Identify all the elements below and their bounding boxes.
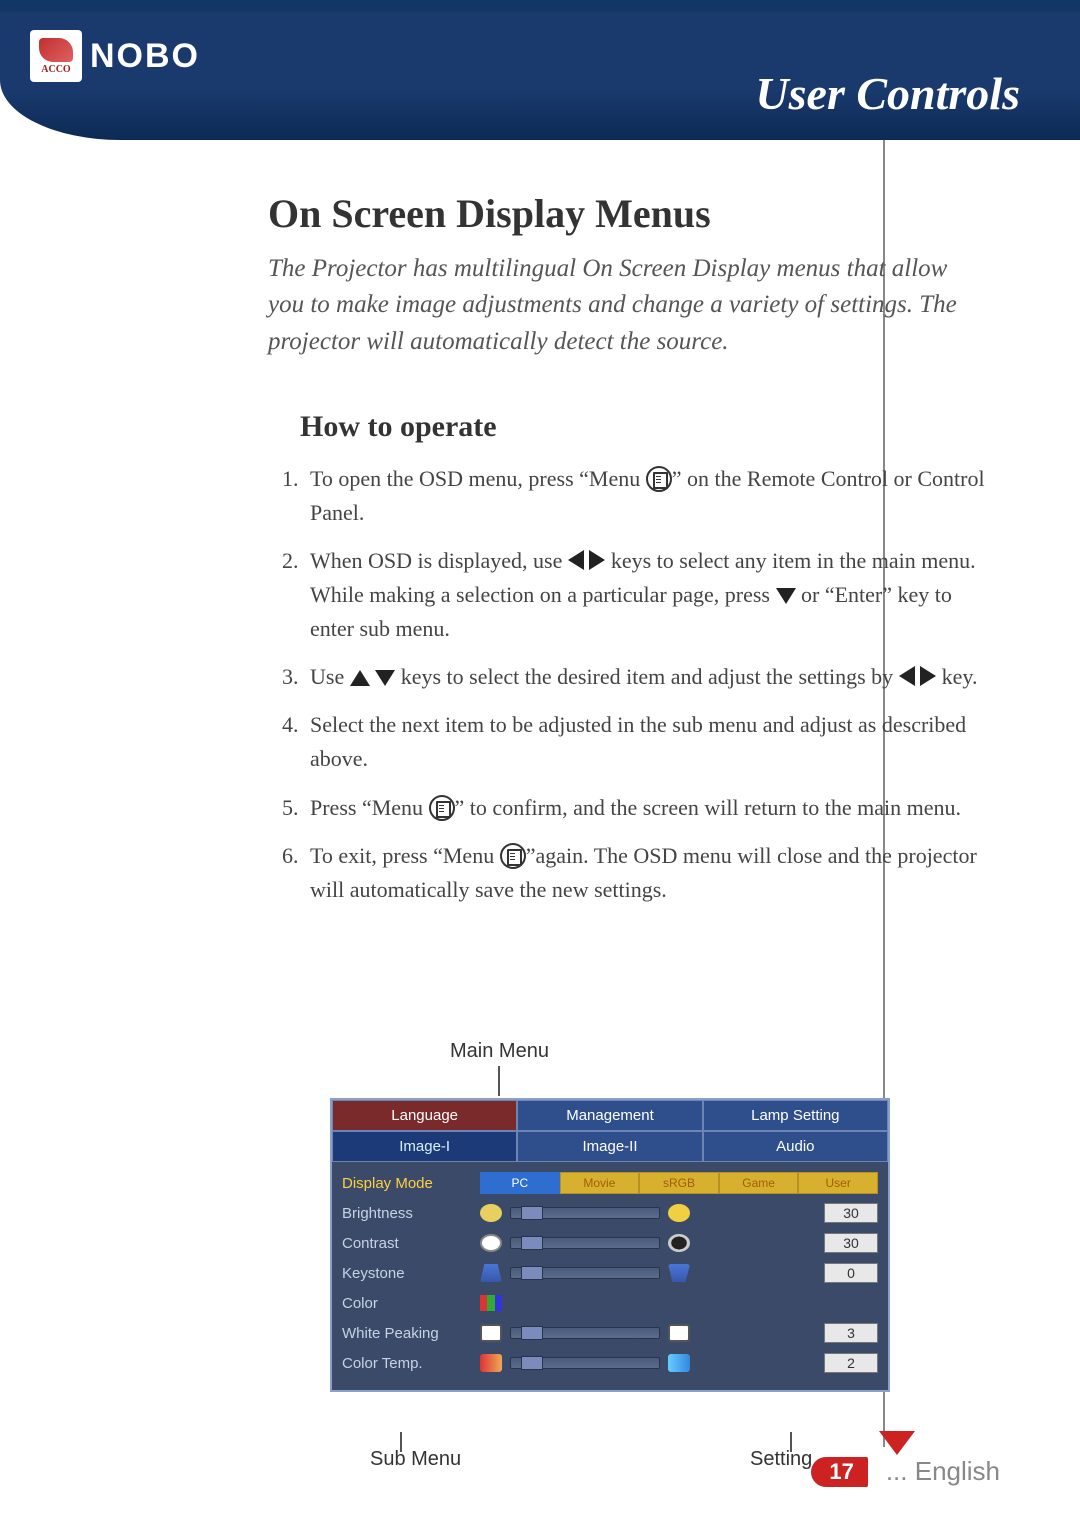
right-arrow-icon: [589, 550, 605, 570]
right-arrow-icon: [920, 666, 936, 686]
mode-srgb: sRGB: [639, 1172, 719, 1194]
continue-arrow-icon: [879, 1431, 915, 1455]
brightness-high-icon: [668, 1204, 690, 1222]
temp-warm-icon: [480, 1354, 502, 1372]
language-label: ... English: [886, 1456, 1000, 1487]
value-white-peaking: 3: [824, 1323, 878, 1343]
row-brightness: Brightness 30: [342, 1198, 878, 1228]
row-color-temp: Color Temp. 2: [342, 1348, 878, 1378]
contrast-low-icon: [480, 1234, 502, 1252]
label-color-temp: Color Temp.: [342, 1355, 472, 1372]
step-6: To exit, press “Menu ”again. The OSD men…: [304, 839, 988, 907]
step-4: Select the next item to be adjusted in t…: [304, 708, 988, 776]
value-brightness: 30: [824, 1203, 878, 1223]
wp-high-icon: [668, 1324, 690, 1342]
main-menu-callout: Main Menu: [450, 1040, 549, 1063]
keystone-high-icon: [668, 1264, 690, 1282]
mode-pc: PC: [480, 1172, 560, 1194]
row-display-mode: Display Mode PC Movie sRGB Game User: [342, 1168, 878, 1198]
nobo-text: NOBO: [90, 37, 200, 76]
slider-color-temp: [510, 1357, 660, 1369]
osd-window: Language Management Lamp Setting Image-I…: [330, 1098, 890, 1392]
menu-icon: [429, 795, 455, 821]
label-color: Color: [342, 1295, 472, 1312]
footer: 17 ... English: [811, 1456, 1000, 1487]
row-contrast: Contrast 30: [342, 1228, 878, 1258]
step-1: To open the OSD menu, press “Menu ” on t…: [304, 462, 988, 530]
header-band: ACCO NOBO User Controls: [0, 0, 1080, 140]
osd-body: Display Mode PC Movie sRGB Game User Bri…: [332, 1162, 888, 1390]
down-arrow-icon: [375, 670, 395, 686]
osd-tabs-row1: Language Management Lamp Setting: [332, 1100, 888, 1131]
color-icon: [480, 1295, 502, 1311]
mode-game: Game: [719, 1172, 799, 1194]
acco-swirl-icon: [39, 38, 73, 62]
value-keystone: 0: [824, 1263, 878, 1283]
temp-cool-icon: [668, 1354, 690, 1372]
mode-tabs: PC Movie sRGB Game User: [480, 1172, 878, 1194]
tab-management: Management: [517, 1100, 702, 1131]
slider-brightness: [510, 1207, 660, 1219]
brightness-low-icon: [480, 1204, 502, 1222]
slider-contrast: [510, 1237, 660, 1249]
wp-low-icon: [480, 1324, 502, 1342]
tab-language: Language: [332, 1100, 517, 1131]
page-number: 17: [811, 1457, 867, 1487]
callout-line: [498, 1066, 500, 1096]
tab-audio: Audio: [703, 1131, 888, 1162]
tab-image-ii: Image-II: [517, 1131, 702, 1162]
value-contrast: 30: [824, 1233, 878, 1253]
label-white-peaking: White Peaking: [342, 1325, 472, 1342]
menu-icon: [646, 466, 672, 492]
row-white-peaking: White Peaking 3: [342, 1318, 878, 1348]
left-arrow-icon: [568, 550, 584, 570]
acco-text: ACCO: [41, 64, 70, 75]
tab-lamp-setting: Lamp Setting: [703, 1100, 888, 1131]
up-arrow-icon: [350, 670, 370, 686]
menu-icon: [500, 843, 526, 869]
setting-callout: Setting: [750, 1448, 812, 1471]
osd-tabs-row2: Image-I Image-II Audio: [332, 1131, 888, 1162]
row-keystone: Keystone 0: [342, 1258, 878, 1288]
brand-logo: ACCO NOBO: [30, 30, 200, 82]
subheading: How to operate: [300, 410, 988, 444]
osd-figure: Main Menu Language Management Lamp Setti…: [330, 1040, 910, 1334]
steps-list: To open the OSD menu, press “Menu ” on t…: [304, 462, 988, 907]
row-color: Color: [342, 1288, 878, 1318]
label-contrast: Contrast: [342, 1235, 472, 1252]
label-brightness: Brightness: [342, 1205, 472, 1222]
tab-image-i: Image-I: [332, 1131, 517, 1162]
section-title: On Screen Display Menus: [268, 190, 988, 237]
contrast-high-icon: [668, 1234, 690, 1252]
label-display-mode: Display Mode: [342, 1175, 472, 1192]
header-title: User Controls: [755, 67, 1020, 120]
keystone-low-icon: [480, 1264, 502, 1282]
mode-movie: Movie: [560, 1172, 640, 1194]
step-5: Press “Menu ” to confirm, and the screen…: [304, 791, 988, 825]
value-color-temp: 2: [824, 1353, 878, 1373]
acco-badge: ACCO: [30, 30, 82, 82]
intro-paragraph: The Projector has multilingual On Screen…: [268, 251, 988, 360]
sub-menu-callout: Sub Menu: [370, 1448, 461, 1471]
down-arrow-icon: [776, 588, 796, 604]
step-2: When OSD is displayed, use keys to selec…: [304, 544, 988, 646]
page-content: On Screen Display Menus The Projector ha…: [268, 190, 988, 921]
label-keystone: Keystone: [342, 1265, 472, 1282]
step-3: Use keys to select the desired item and …: [304, 660, 988, 694]
left-arrow-icon: [899, 666, 915, 686]
slider-keystone: [510, 1267, 660, 1279]
slider-white-peaking: [510, 1327, 660, 1339]
mode-user: User: [798, 1172, 878, 1194]
